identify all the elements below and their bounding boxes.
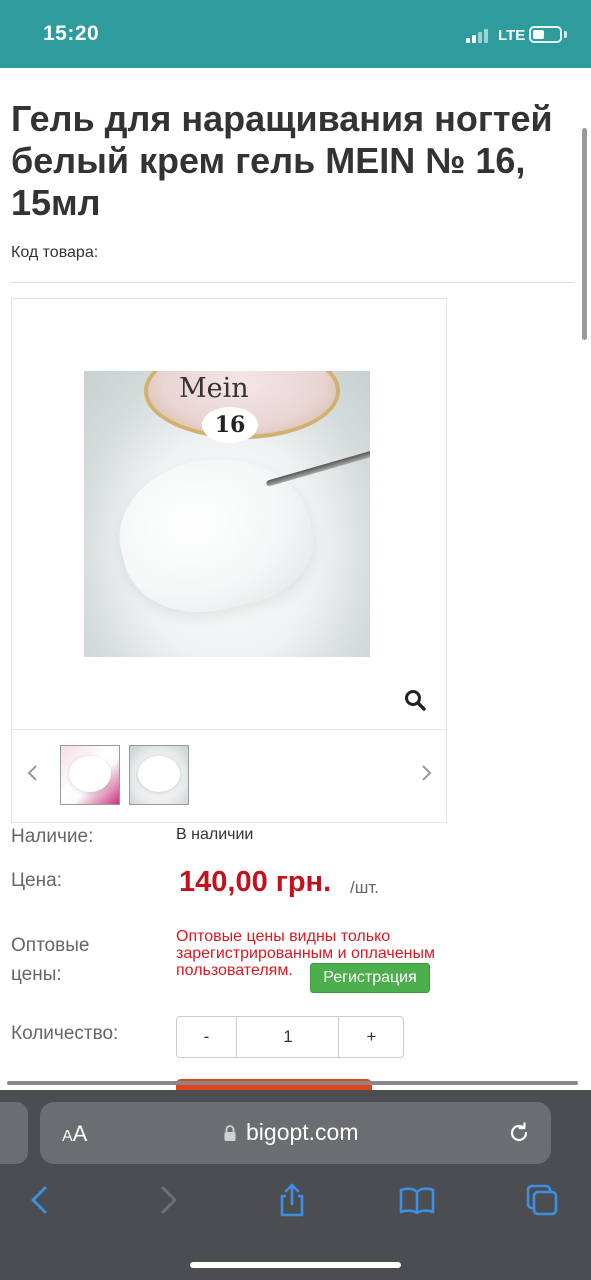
status-bar: 15:20 LTE — [0, 0, 591, 68]
quantity-decrease-button[interactable]: - — [177, 1017, 237, 1057]
product-sku-label: Код товара: — [11, 244, 99, 261]
battery-icon — [529, 26, 562, 43]
quantity-increase-button[interactable]: + — [340, 1017, 403, 1057]
register-button[interactable]: Регистрация — [310, 963, 430, 993]
cream-image — [104, 438, 326, 630]
quantity-stepper: - 1 + — [176, 1016, 404, 1058]
wholesale-label-line1: Оптовые — [11, 935, 90, 956]
availability-value: В наличии — [176, 826, 254, 843]
page-scrollbar[interactable] — [582, 128, 587, 340]
thumbnail-2[interactable] — [129, 745, 189, 805]
battery-cap — [564, 31, 567, 38]
wholesale-label-line2: цены: — [11, 964, 62, 985]
thumbnail-jar-image — [69, 756, 111, 792]
product-title: Гель для наращивания ногтей белый крем г… — [11, 98, 553, 223]
jar-brand-text: Mein — [179, 373, 249, 404]
lock-icon — [224, 1125, 236, 1141]
quantity-input[interactable]: 1 — [238, 1017, 339, 1057]
zoom-icon[interactable] — [404, 689, 426, 711]
chevron-right-icon[interactable] — [416, 761, 436, 785]
reader-settings-button[interactable]: AA — [62, 1121, 87, 1147]
jar-number-text: 16 — [202, 407, 258, 443]
bookmarks-icon[interactable] — [399, 1182, 435, 1218]
price-unit: /шт. — [350, 878, 379, 897]
horizontal-scrollbar[interactable] — [7, 1081, 578, 1085]
status-time: 15:20 — [43, 22, 100, 45]
tabs-icon[interactable] — [524, 1182, 560, 1218]
gallery-divider — [12, 729, 446, 730]
previous-tab-peek[interactable] — [0, 1102, 28, 1164]
price-value: 140,00 грн. — [179, 866, 332, 898]
share-icon[interactable] — [274, 1182, 310, 1218]
availability-label: Наличие: — [11, 826, 94, 847]
thumbnail-1[interactable] — [60, 745, 120, 805]
product-main-photo[interactable]: Mein 16 — [84, 371, 370, 657]
reload-icon[interactable] — [506, 1120, 532, 1146]
forward-icon[interactable] — [150, 1182, 186, 1218]
price-label: Цена: — [11, 870, 62, 891]
address-bar[interactable]: AA bigopt.com — [40, 1102, 551, 1164]
product-gallery: Mein 16 — [11, 298, 447, 823]
back-icon[interactable] — [22, 1182, 58, 1218]
divider — [11, 282, 574, 283]
aa-small-letter: A — [62, 1128, 73, 1145]
url-text: bigopt.com — [246, 1119, 359, 1145]
browser-chrome: AA bigopt.com — [0, 1090, 591, 1280]
aa-large-letter: A — [72, 1121, 88, 1146]
network-type: LTE — [498, 27, 526, 44]
spatula-image — [265, 445, 370, 487]
chevron-left-icon[interactable] — [23, 761, 43, 785]
quantity-label: Количество: — [11, 1023, 119, 1044]
thumbnail-jar-image — [138, 756, 180, 792]
signal-icon — [466, 29, 492, 43]
home-indicator[interactable] — [190, 1262, 401, 1268]
